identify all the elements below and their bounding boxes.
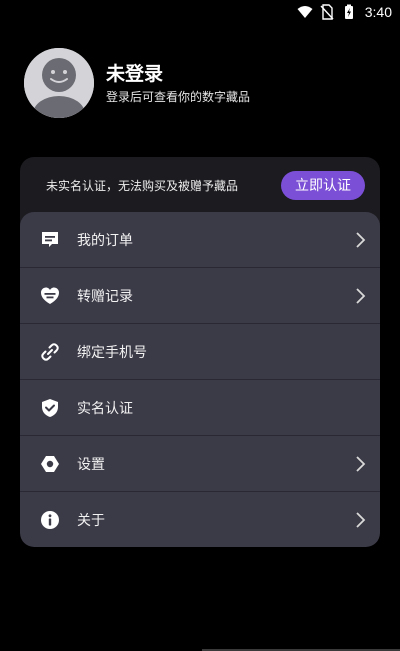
no-sim-icon xyxy=(320,4,334,20)
profile-text: 未登录 登录后可查看你的数字藏品 xyxy=(106,61,250,105)
profile-header[interactable]: 未登录 登录后可查看你的数字藏品 xyxy=(24,48,250,118)
chevron-right-icon xyxy=(356,231,366,248)
status-bar: 3:40 xyxy=(0,0,400,24)
chevron-right-icon xyxy=(356,512,366,528)
verify-notice: 未实名认证，无法购买及被赠予藏品 xyxy=(46,178,239,193)
menu-label: 实名认证 xyxy=(77,400,133,417)
avatar[interactable] xyxy=(24,48,94,118)
account-card: 未实名认证，无法购买及被赠予藏品 立即认证 我的订单 转赠记录 绑定手机号 实名… xyxy=(20,157,380,547)
verify-now-button[interactable]: 立即认证 xyxy=(281,170,365,200)
settings-icon xyxy=(40,454,60,474)
wifi-icon xyxy=(297,6,313,18)
info-icon xyxy=(40,510,60,530)
menu-item-bind-phone[interactable]: 绑定手机号 xyxy=(20,324,380,380)
menu-label: 关于 xyxy=(77,513,105,529)
menu-item-settings[interactable]: 设置 xyxy=(20,436,380,492)
profile-subtitle: 登录后可查看你的数字藏品 xyxy=(106,90,251,104)
menu-item-about[interactable]: 关于 xyxy=(20,492,380,547)
menu-item-real-name-verification[interactable]: 实名认证 xyxy=(20,380,380,436)
menu-label: 绑定手机号 xyxy=(77,344,147,361)
battery-charging-icon xyxy=(344,4,353,19)
menu-label: 设置 xyxy=(77,456,105,473)
order-icon xyxy=(40,230,60,250)
gift-transfer-icon xyxy=(40,286,60,306)
link-icon xyxy=(40,342,60,362)
default-avatar-icon xyxy=(24,48,94,118)
verify-banner: 未实名认证，无法购买及被赠予藏品 立即认证 xyxy=(20,157,380,213)
menu-label: 转赠记录 xyxy=(77,288,133,305)
shield-check-icon xyxy=(40,398,60,418)
menu-item-orders[interactable]: 我的订单 xyxy=(20,212,380,268)
status-time: 3:40 xyxy=(364,4,392,20)
menu-label: 我的订单 xyxy=(77,232,133,249)
chevron-right-icon xyxy=(356,287,366,304)
menu-list: 我的订单 转赠记录 绑定手机号 实名认证 设置 关于 xyxy=(20,212,380,547)
menu-item-transfer-records[interactable]: 转赠记录 xyxy=(20,268,380,324)
profile-name: 未登录 xyxy=(106,63,164,85)
chevron-right-icon xyxy=(356,455,366,472)
